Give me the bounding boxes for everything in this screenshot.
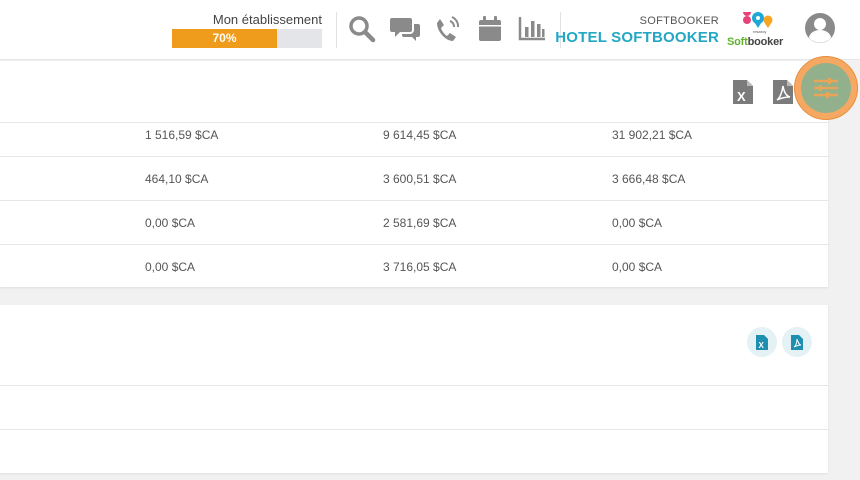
table-row: 0,00 $CA 3 716,05 $CA 0,00 $CA	[0, 245, 828, 289]
svg-text:X: X	[737, 89, 746, 104]
revenue-table-card: X 1 516,59 $CA 9 614,45 $CA 31 902,21 $CA 4…	[0, 61, 828, 287]
table-cell: 0,00 $CA	[145, 260, 196, 274]
table-cell: 3 600,51 $CA	[383, 172, 457, 186]
hotel-info[interactable]: SOFTBOOKER HOTEL SOFTBOOKER	[555, 15, 719, 47]
header-divider	[336, 12, 337, 48]
progress-text: 70%	[212, 31, 237, 45]
user-avatar-icon[interactable]	[804, 12, 836, 44]
logo-text: Softbooker	[727, 36, 784, 48]
excel-export-icon[interactable]: X	[732, 79, 756, 107]
table-cell: 0,00 $CA	[145, 216, 196, 230]
table-cell: 464,10 $CA	[145, 172, 209, 186]
table-cell: 0,00 $CA	[612, 260, 663, 274]
table-row: 0,00 $CA 2 581,69 $CA 0,00 $CA	[0, 201, 828, 245]
table-cell: 9 614,45 $CA	[383, 128, 457, 142]
establishment-label: Mon établissement	[212, 12, 322, 27]
hotel-brand: SOFTBOOKER	[639, 15, 719, 27]
table-cell: 0,00 $CA	[612, 216, 663, 230]
filter-settings-button[interactable]	[801, 63, 851, 113]
phone-icon[interactable]	[433, 14, 463, 44]
table-cell: 31 902,21 $CA	[612, 128, 693, 142]
hotel-name: HOTEL SOFTBOOKER	[555, 29, 719, 46]
table-cell: 1 516,59 $CA	[145, 128, 219, 142]
progress-bar: 70%	[172, 29, 322, 48]
logo-pins-icon: resaroy	[743, 12, 773, 34]
softbooker-logo: resaroy Softbooker	[727, 12, 789, 48]
table-cell: 3 716,05 $CA	[383, 260, 457, 274]
bar-chart-icon[interactable]	[517, 14, 547, 44]
table-row	[0, 386, 828, 430]
chat-icon[interactable]	[389, 14, 423, 44]
excel-export-button[interactable]: X	[747, 327, 777, 357]
table-cell: 3 666,48 $CA	[612, 172, 686, 186]
pdf-export-button[interactable]	[782, 327, 812, 357]
excel-export-icon: X	[756, 334, 768, 350]
table-row: 1 516,59 $CA 9 614,45 $CA 31 902,21 $CA	[0, 113, 828, 157]
pdf-export-icon	[791, 334, 803, 350]
establishment-progress[interactable]: Mon établissement 70%	[172, 12, 322, 48]
table-row: 464,10 $CA 3 600,51 $CA 3 666,48 $CA	[0, 157, 828, 201]
second-table-card: X	[0, 305, 828, 473]
card-header: X	[0, 305, 828, 386]
calendar-icon[interactable]	[475, 14, 505, 44]
pdf-export-icon[interactable]	[772, 79, 796, 107]
svg-text:resaroy: resaroy	[753, 29, 766, 34]
svg-text:X: X	[759, 341, 765, 350]
filter-settings-icon	[814, 78, 838, 98]
table-cell: 2 581,69 $CA	[383, 216, 457, 230]
top-header: Mon établissement 70% SOFTBOOKER HOTEL S…	[0, 0, 860, 60]
search-icon[interactable]	[347, 14, 377, 44]
